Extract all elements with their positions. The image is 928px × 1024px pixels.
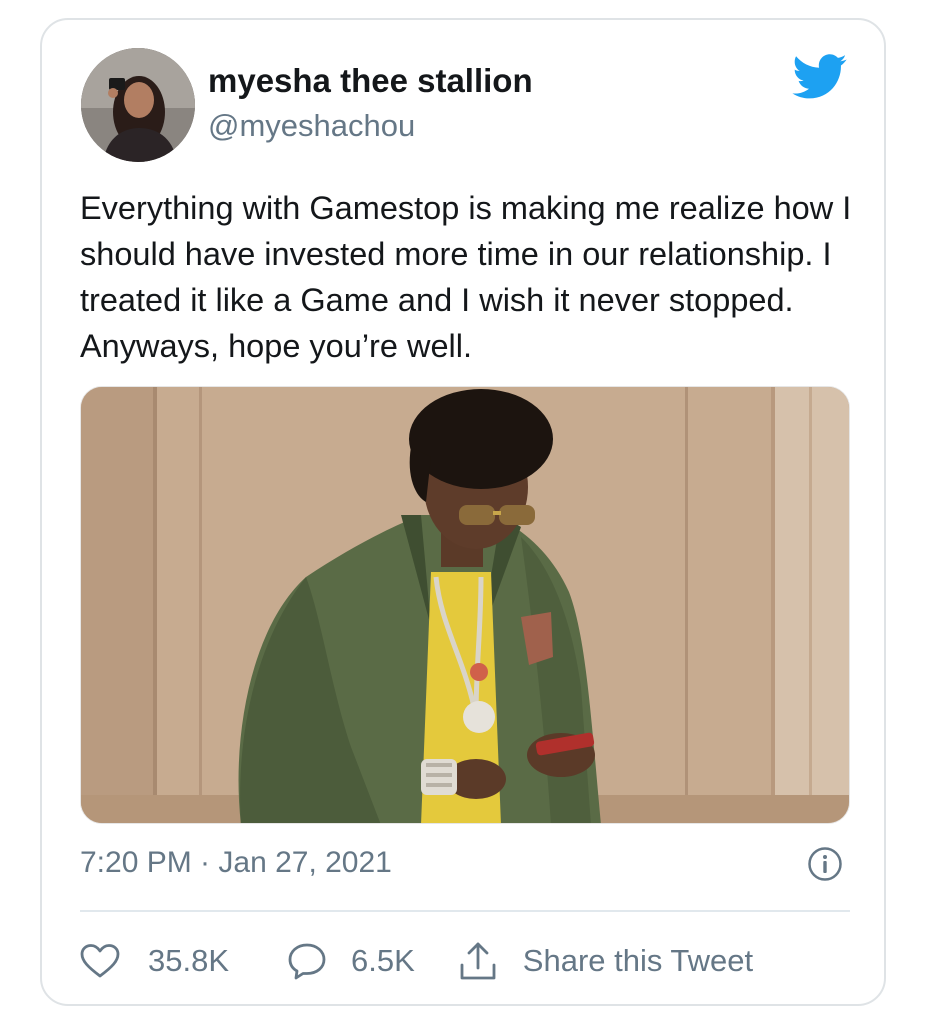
share-label: Share this Tweet xyxy=(522,943,754,978)
author-name[interactable]: myesha thee stallion xyxy=(208,62,533,100)
tweet-photo[interactable] xyxy=(80,386,850,824)
tweet-actions: 35.8K 6.5K Share this Tweet xyxy=(80,938,753,984)
author-handle[interactable]: @myeshachou xyxy=(208,108,415,144)
tweet-card: myesha thee stallion @myeshachou Everyth… xyxy=(40,18,886,1006)
divider xyxy=(80,910,850,912)
reply-button[interactable]: 6.5K xyxy=(287,942,415,980)
speech-bubble-icon xyxy=(288,943,326,980)
share-upload-icon xyxy=(460,942,496,980)
like-count: 35.8K xyxy=(148,943,230,978)
reply-count: 6.5K xyxy=(351,943,415,978)
tweet-timestamp[interactable]: 7:20 PM · Jan 27, 2021 xyxy=(80,846,392,880)
like-button[interactable]: 35.8K xyxy=(80,943,229,979)
twitter-bird-icon[interactable] xyxy=(792,54,848,100)
info-icon[interactable] xyxy=(807,846,843,882)
share-button[interactable]: Share this Tweet xyxy=(459,941,753,981)
avatar[interactable] xyxy=(81,48,195,162)
heart-icon xyxy=(80,944,120,978)
tweet-text: Everything with Gamestop is making me re… xyxy=(80,190,852,364)
